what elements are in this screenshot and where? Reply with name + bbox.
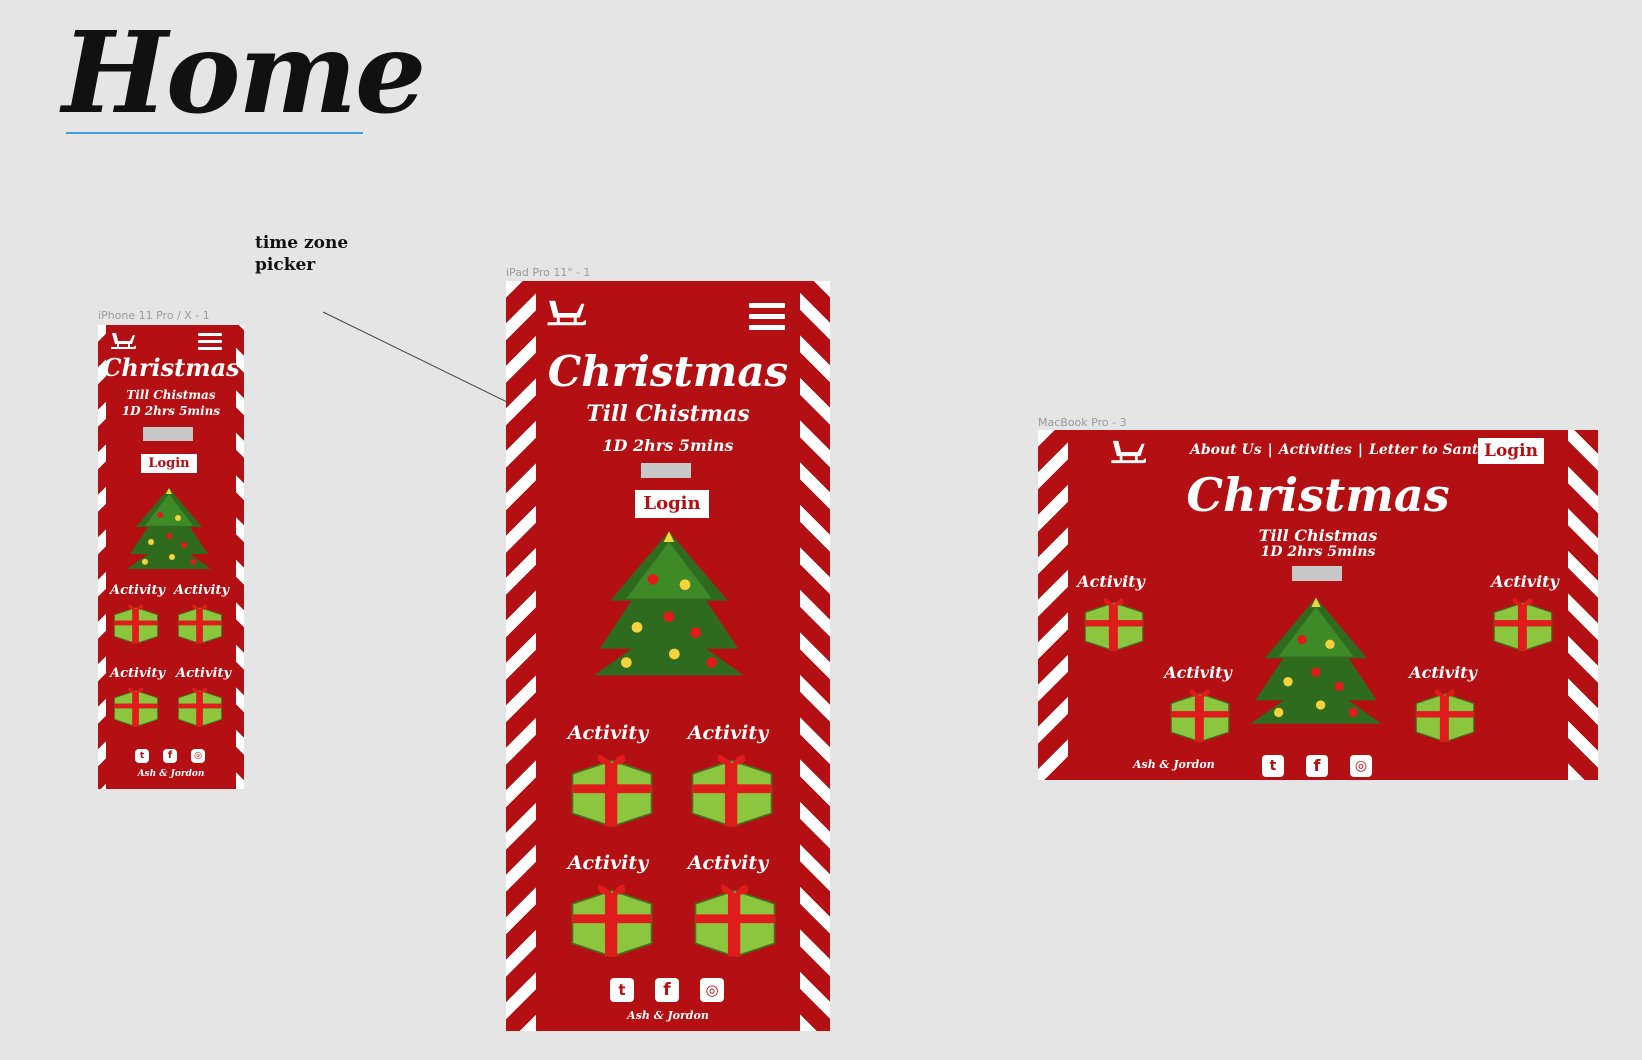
activity-label: Activity [687, 722, 769, 744]
countdown: 1D 2hrs 5mins [1260, 544, 1376, 560]
sleigh-icon[interactable] [1110, 438, 1146, 466]
gift-activity-icon[interactable] [176, 600, 224, 644]
activity-label: Activity [1164, 663, 1232, 682]
christmas-tree-image [594, 531, 744, 676]
christmas-tree-image [127, 488, 211, 569]
nav-separator: | [1357, 442, 1363, 458]
heading: Christmas [1186, 468, 1450, 522]
gift-activity-icon[interactable] [568, 747, 656, 827]
title-underline [66, 132, 363, 134]
nav-separator: | [1267, 442, 1273, 458]
menu-hamburger-icon[interactable] [749, 303, 785, 330]
time-zone-picker[interactable] [641, 463, 691, 478]
gift-activity-icon[interactable] [691, 877, 779, 957]
credit-text: Ash & Jordon [1133, 758, 1215, 771]
heading: Christmas [547, 347, 789, 396]
countdown: 1D 2hrs 5mins [121, 404, 221, 418]
gift-activity-icon[interactable] [1168, 683, 1232, 743]
facebook-icon[interactable]: f [1306, 755, 1328, 777]
twitter-icon[interactable]: t [135, 749, 149, 763]
activity-label: Activity [567, 722, 649, 744]
page-title: Home [62, 8, 426, 139]
time-zone-picker[interactable] [1292, 566, 1342, 581]
desktop-artboard: About Us | Activities | Letter to Santa … [1038, 430, 1598, 780]
annotation-note: time zone picker [255, 233, 349, 275]
activity-label: Activity [174, 583, 229, 598]
gift-activity-icon[interactable] [176, 683, 224, 727]
subheading: Till Chistmas [126, 388, 216, 402]
activity-label: Activity [567, 852, 649, 874]
instagram-icon[interactable]: ◎ [700, 978, 724, 1002]
sleigh-icon[interactable] [110, 331, 136, 351]
instagram-icon[interactable]: ◎ [191, 749, 205, 763]
nav-letter-to-santa[interactable]: Letter to Santa [1369, 442, 1487, 458]
gift-activity-icon[interactable] [568, 877, 656, 957]
activity-label: Activity [110, 583, 165, 598]
phone-artboard: Christmas Till Chistmas 1D 2hrs 5mins Lo… [98, 325, 244, 789]
activity-label: Activity [176, 666, 231, 681]
activity-label: Activity [687, 852, 769, 874]
twitter-icon[interactable]: t [610, 978, 634, 1002]
gift-activity-icon[interactable] [1491, 592, 1555, 652]
tablet-artboard: Christmas Till Chistmas 1D 2hrs 5mins Lo… [506, 281, 830, 1031]
main-nav: About Us | Activities | Letter to Santa [1190, 442, 1487, 458]
frame-label-phone: iPhone 11 Pro / X - 1 [98, 309, 210, 322]
nav-activities[interactable]: Activities [1279, 442, 1352, 458]
gift-activity-icon[interactable] [1082, 592, 1146, 652]
christmas-tree-image [1250, 597, 1382, 724]
activity-label: Activity [1491, 572, 1559, 591]
credit-text: Ash & Jordon [137, 769, 205, 779]
sleigh-icon[interactable] [546, 295, 586, 331]
twitter-icon[interactable]: t [1262, 755, 1284, 777]
frame-label-desktop: MacBook Pro - 3 [1038, 416, 1127, 429]
gift-activity-icon[interactable] [112, 600, 160, 644]
subheading: Till Chistmas [1258, 526, 1378, 545]
gift-activity-icon[interactable] [112, 683, 160, 727]
time-zone-picker[interactable] [143, 427, 193, 441]
subheading: Till Chistmas [586, 401, 750, 427]
login-button[interactable]: Login [1478, 438, 1544, 464]
instagram-icon[interactable]: ◎ [1350, 755, 1372, 777]
heading: Christmas [102, 353, 240, 382]
facebook-icon[interactable]: f [163, 749, 177, 763]
frame-label-tablet: iPad Pro 11" - 1 [506, 266, 591, 279]
menu-hamburger-icon[interactable] [198, 333, 222, 350]
credit-text: Ash & Jordon [627, 1009, 709, 1022]
activity-label: Activity [1409, 663, 1477, 682]
gift-activity-icon[interactable] [1413, 683, 1477, 743]
facebook-icon[interactable]: f [655, 978, 679, 1002]
countdown: 1D 2hrs 5mins [602, 436, 734, 455]
activity-label: Activity [1077, 572, 1145, 591]
login-button[interactable]: Login [141, 454, 197, 473]
gift-activity-icon[interactable] [688, 747, 776, 827]
nav-about-us[interactable]: About Us [1190, 442, 1262, 458]
login-button[interactable]: Login [635, 490, 709, 518]
activity-label: Activity [110, 666, 165, 681]
